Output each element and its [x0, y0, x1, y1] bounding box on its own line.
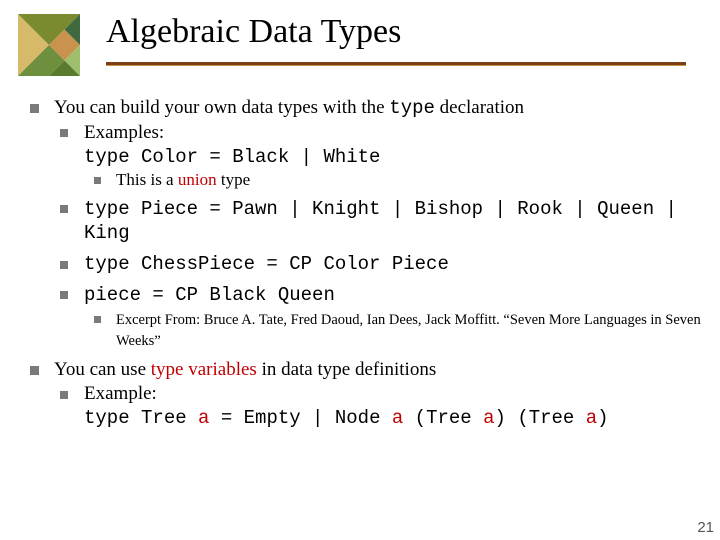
bullet-l1: You can build your own data types with t…: [28, 96, 706, 350]
title-underline: [106, 62, 686, 66]
bullet-l1: You can use type variables in data type …: [28, 358, 706, 430]
type-var: a: [392, 407, 403, 429]
bullet-l2: type Piece = Pawn | Knight | Bishop | Ro…: [54, 197, 706, 247]
code-frag: type Tree: [84, 407, 198, 429]
highlight-text: union: [178, 170, 217, 189]
code-frag: ): [597, 407, 608, 429]
bullet-l2: type ChessPiece = CP Color Piece: [54, 252, 706, 277]
code-line: type Tree a = Empty | Node a (Tree a) (T…: [84, 407, 609, 429]
text: in data type definitions: [257, 359, 436, 380]
slide-body: You can build your own data types with t…: [28, 96, 706, 437]
type-var: a: [198, 407, 209, 429]
example-label: Example:: [84, 383, 157, 404]
type-var: a: [586, 407, 597, 429]
code-line: type Color = Black | White: [84, 146, 380, 168]
examples-label: Examples:: [84, 122, 164, 143]
text: type: [217, 170, 251, 189]
slide-title: Algebraic Data Types: [106, 14, 401, 50]
page-number: 21: [697, 519, 714, 536]
tangram-logo-icon: [18, 14, 80, 76]
highlight-text: type variables: [151, 359, 257, 380]
bullet-l2: Example: type Tree a = Empty | Node a (T…: [54, 382, 706, 431]
slide: Algebraic Data Types You can build your …: [0, 0, 720, 540]
citation-text: Excerpt From: Bruce A. Tate, Fred Daoud,…: [116, 312, 701, 349]
code-frag: ) (Tree: [495, 407, 586, 429]
type-var: a: [483, 407, 494, 429]
code-line: piece = CP Black Queen: [84, 284, 335, 306]
text: This is a: [116, 170, 178, 189]
bullet-l2: Examples: type Color = Black | White Thi…: [54, 121, 706, 191]
text: You can build your own data types with t…: [54, 97, 389, 118]
bullet-l3: This is a union type: [84, 169, 706, 190]
text: You can use: [54, 359, 151, 380]
bullet-l3: Excerpt From: Bruce A. Tate, Fred Daoud,…: [84, 308, 706, 351]
code-frag: (Tree: [403, 407, 483, 429]
code-frag: = Empty | Node: [209, 407, 391, 429]
bullet-l2: piece = CP Black Queen Excerpt From: Bru…: [54, 283, 706, 351]
code-line: type ChessPiece = CP Color Piece: [84, 253, 449, 275]
text: declaration: [435, 97, 524, 118]
code-inline: type: [389, 97, 435, 119]
code-line: type Piece = Pawn | Knight | Bishop | Ro…: [84, 198, 677, 245]
